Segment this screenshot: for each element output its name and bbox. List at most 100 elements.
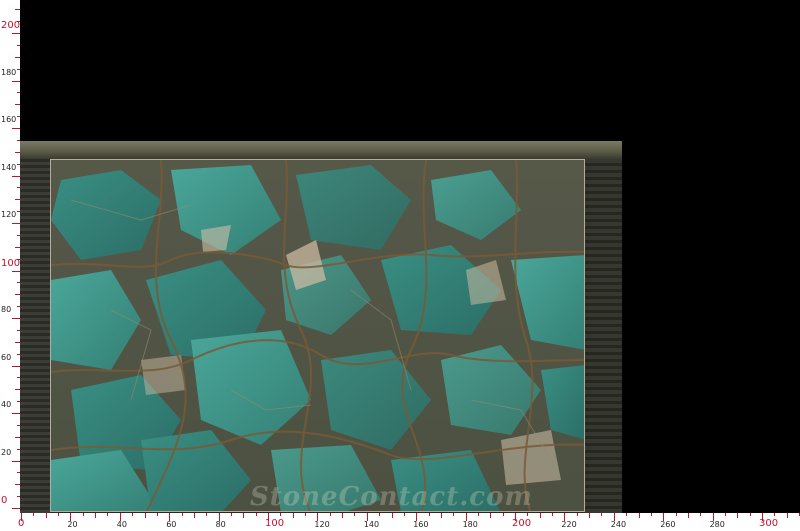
horizontal-ruler-label: 200 [512,518,532,529]
slab-texture [51,160,584,511]
vertical-ruler-tick [17,44,20,46]
horizontal-ruler-tick [132,513,134,516]
horizontal-ruler-tick [82,513,84,516]
horizontal-ruler-tick [749,513,751,516]
vertical-ruler-tick [17,92,20,94]
horizontal-ruler-tick [626,513,628,516]
watermark-text: StoneContact.com [250,482,533,512]
horizontal-ruler-tick [292,513,294,518]
vertical-ruler: 0 20 40 60 80 100 120 140 160 180 200 [0,0,20,513]
horizontal-ruler-label: 160 [413,520,429,529]
vertical-ruler-tick [17,116,20,118]
vertical-ruler-tick [12,460,20,462]
horizontal-ruler-tick [33,513,35,516]
horizontal-ruler-tick [724,513,726,516]
horizontal-ruler-tick [95,513,97,518]
horizontal-ruler-tick [527,513,529,516]
vertical-ruler-label: 20 [1,447,12,457]
horizontal-ruler-label: 20 [67,520,78,529]
vertical-ruler-label: 140 [1,162,17,172]
horizontal-ruler-tick [181,513,183,516]
horizontal-ruler-tick [700,513,702,516]
vertical-ruler-tick [12,80,20,82]
horizontal-ruler-tick [650,513,652,516]
horizontal-ruler-label: 260 [660,520,676,529]
vertical-ruler-label: 180 [1,67,17,77]
vertical-ruler-tick [12,270,20,272]
horizontal-ruler-tick [230,513,232,516]
horizontal-ruler-label: 120 [314,520,330,529]
horizontal-ruler-label: 220 [561,520,577,529]
horizontal-ruler-tick [552,513,554,516]
vertical-ruler-tick [12,318,20,319]
vertical-ruler-tick [15,9,20,11]
horizontal-ruler-label: 280 [709,520,725,529]
horizontal-ruler-tick [601,513,603,516]
vertical-ruler-tick [17,68,20,70]
vertical-ruler-label: 80 [1,305,12,314]
vertical-ruler-tick [12,33,20,34]
vertical-ruler-tick [15,56,20,58]
horizontal-ruler-tick [589,513,591,518]
horizontal-ruler-label: 180 [462,520,478,529]
horizontal-ruler-tick [737,513,739,518]
vertical-ruler-tick [12,223,20,224]
horizontal-ruler-tick [255,513,257,516]
vertical-ruler-label: 0 [1,495,8,506]
vertical-ruler-tick [15,104,20,106]
horizontal-ruler-label: 100 [265,518,285,529]
horizontal-ruler-tick [403,513,405,516]
horizontal-ruler-tick [305,513,307,516]
vertical-ruler-label: 100 [1,257,21,269]
horizontal-ruler-tick [107,513,109,516]
vertical-ruler-tick [12,365,20,367]
horizontal-ruler-tick [774,513,776,516]
horizontal-ruler-tick [193,513,195,518]
horizontal-ruler-label: 0 [18,518,25,529]
horizontal-ruler-tick [243,513,245,518]
horizontal-ruler-tick [490,513,492,518]
horizontal-ruler-tick [379,513,381,516]
vertical-ruler-label: 60 [1,352,12,362]
amazonite-slab-photo [50,159,585,512]
horizontal-ruler-label: 80 [215,520,226,529]
horizontal-ruler-tick [206,513,208,516]
vertical-ruler-label: 160 [1,115,17,124]
tray-left-edge [20,159,50,513]
horizontal-ruler-tick [58,513,60,516]
horizontal-ruler-label: 300 [759,518,779,529]
tray-top-band [20,141,622,159]
vertical-ruler-tick [12,128,20,129]
horizontal-ruler: 0 20 40 60 80 100 120 140 160 180 200 220 240 260 280 3… [0,513,800,531]
vertical-ruler-label: 200 [1,20,21,31]
horizontal-ruler-tick [687,513,689,518]
horizontal-ruler-tick [440,513,442,518]
horizontal-ruler-label: 140 [363,520,380,529]
vertical-ruler-label: 40 [1,400,12,409]
horizontal-ruler-tick [354,513,356,516]
horizontal-ruler-tick [638,513,640,518]
horizontal-ruler-tick [786,513,788,518]
horizontal-ruler-tick [539,513,541,518]
horizontal-ruler-tick [675,513,677,516]
horizontal-ruler-label: 240 [610,520,627,529]
vertical-ruler-tick [12,175,20,177]
vertical-ruler-label: 120 [1,210,17,219]
tray-right-edge [585,159,622,513]
vertical-ruler-tick [12,413,20,414]
vertical-ruler-tick [12,508,20,509]
horizontal-ruler-tick [329,513,331,516]
horizontal-ruler-tick [144,513,146,518]
horizontal-ruler-tick [477,513,479,516]
horizontal-ruler-tick [453,513,455,516]
horizontal-ruler-tick [576,513,578,516]
horizontal-ruler-label: 60 [166,520,177,529]
horizontal-ruler-tick [391,513,393,518]
horizontal-ruler-tick [45,513,47,518]
horizontal-ruler-label: 40 [116,520,127,529]
horizontal-ruler-tick [502,513,504,516]
horizontal-ruler-tick [280,513,282,516]
horizontal-ruler-tick [342,513,344,518]
horizontal-ruler-tick [156,513,158,516]
horizontal-ruler-tick [428,513,430,516]
